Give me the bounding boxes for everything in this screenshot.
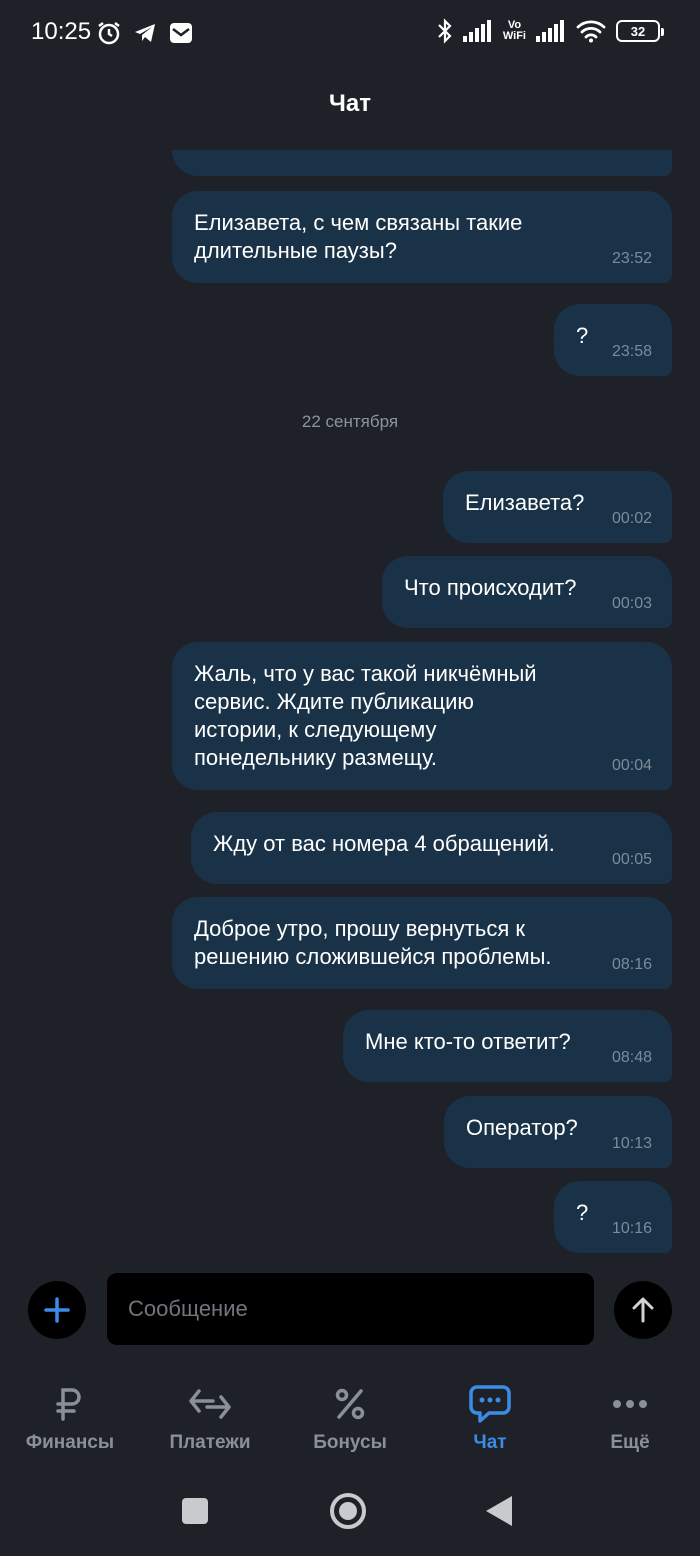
telegram-icon [135, 24, 155, 42]
wifi-icon [576, 20, 606, 43]
message-bubble[interactable]: Мне кто-то ответит? 08:48 [343, 1010, 672, 1082]
transfer-arrows-icon [189, 1389, 231, 1419]
message-input[interactable] [107, 1273, 594, 1345]
nav-payments[interactable]: Платежи [140, 1380, 280, 1470]
page-title: Чат [329, 90, 371, 117]
message-bubble[interactable]: Что происходит? 00:03 [382, 556, 672, 628]
more-dots-icon [613, 1400, 647, 1408]
message-bubble-partial [172, 150, 672, 176]
signal-icon [462, 20, 491, 42]
nav-finances[interactable]: Финансы [0, 1380, 140, 1470]
plus-icon [44, 1297, 70, 1323]
chat-bubble-icon [469, 1385, 511, 1423]
home-button[interactable] [330, 1493, 366, 1529]
message-bubble[interactable]: Елизавета? 00:02 [443, 471, 672, 543]
nav-bonuses[interactable]: Бонусы [280, 1380, 420, 1470]
status-bar: 10:25 Vo WiFi 32 [0, 0, 700, 68]
message-bubble[interactable]: Доброе утро, прошу вернуться к решению с… [172, 897, 672, 989]
message-bubble[interactable]: Оператор? 10:13 [444, 1096, 672, 1168]
percent-icon [335, 1388, 365, 1420]
status-time: 10:25 [31, 18, 92, 45]
message-bubble[interactable]: ? 10:16 [554, 1181, 672, 1253]
arrow-up-icon [632, 1297, 654, 1323]
attach-button[interactable] [28, 1281, 86, 1339]
message-bubble[interactable]: Елизавета, с чем связаны такие длительны… [172, 191, 672, 283]
back-button[interactable] [486, 1496, 512, 1526]
system-nav-bar [0, 1480, 700, 1540]
nav-more[interactable]: Ещё [560, 1380, 700, 1470]
send-button[interactable] [614, 1281, 672, 1339]
vowifi-icon: Vo WiFi [502, 19, 526, 42]
message-composer [0, 1258, 700, 1368]
chat-messages[interactable]: Елизавета, с чем связаны такие длительны… [0, 150, 700, 1258]
ruble-icon [56, 1388, 81, 1421]
mail-icon [170, 23, 192, 43]
bluetooth-icon [438, 18, 452, 44]
signal-icon-2 [536, 20, 564, 42]
battery-icon: 32 [616, 20, 664, 42]
recents-button[interactable] [182, 1498, 208, 1524]
nav-chat[interactable]: Чат [420, 1380, 560, 1470]
bottom-nav: Финансы Платежи Бонусы Чат Ещё [0, 1380, 700, 1470]
message-bubble[interactable]: ? 23:58 [554, 304, 672, 376]
message-bubble[interactable]: Жаль, что у вас такой никчёмный сервис. … [172, 642, 672, 790]
date-separator: 22 сентября [301, 412, 399, 431]
message-bubble[interactable]: Жду от вас номера 4 обращений. 00:05 [191, 812, 672, 884]
alarm-icon [98, 22, 120, 45]
